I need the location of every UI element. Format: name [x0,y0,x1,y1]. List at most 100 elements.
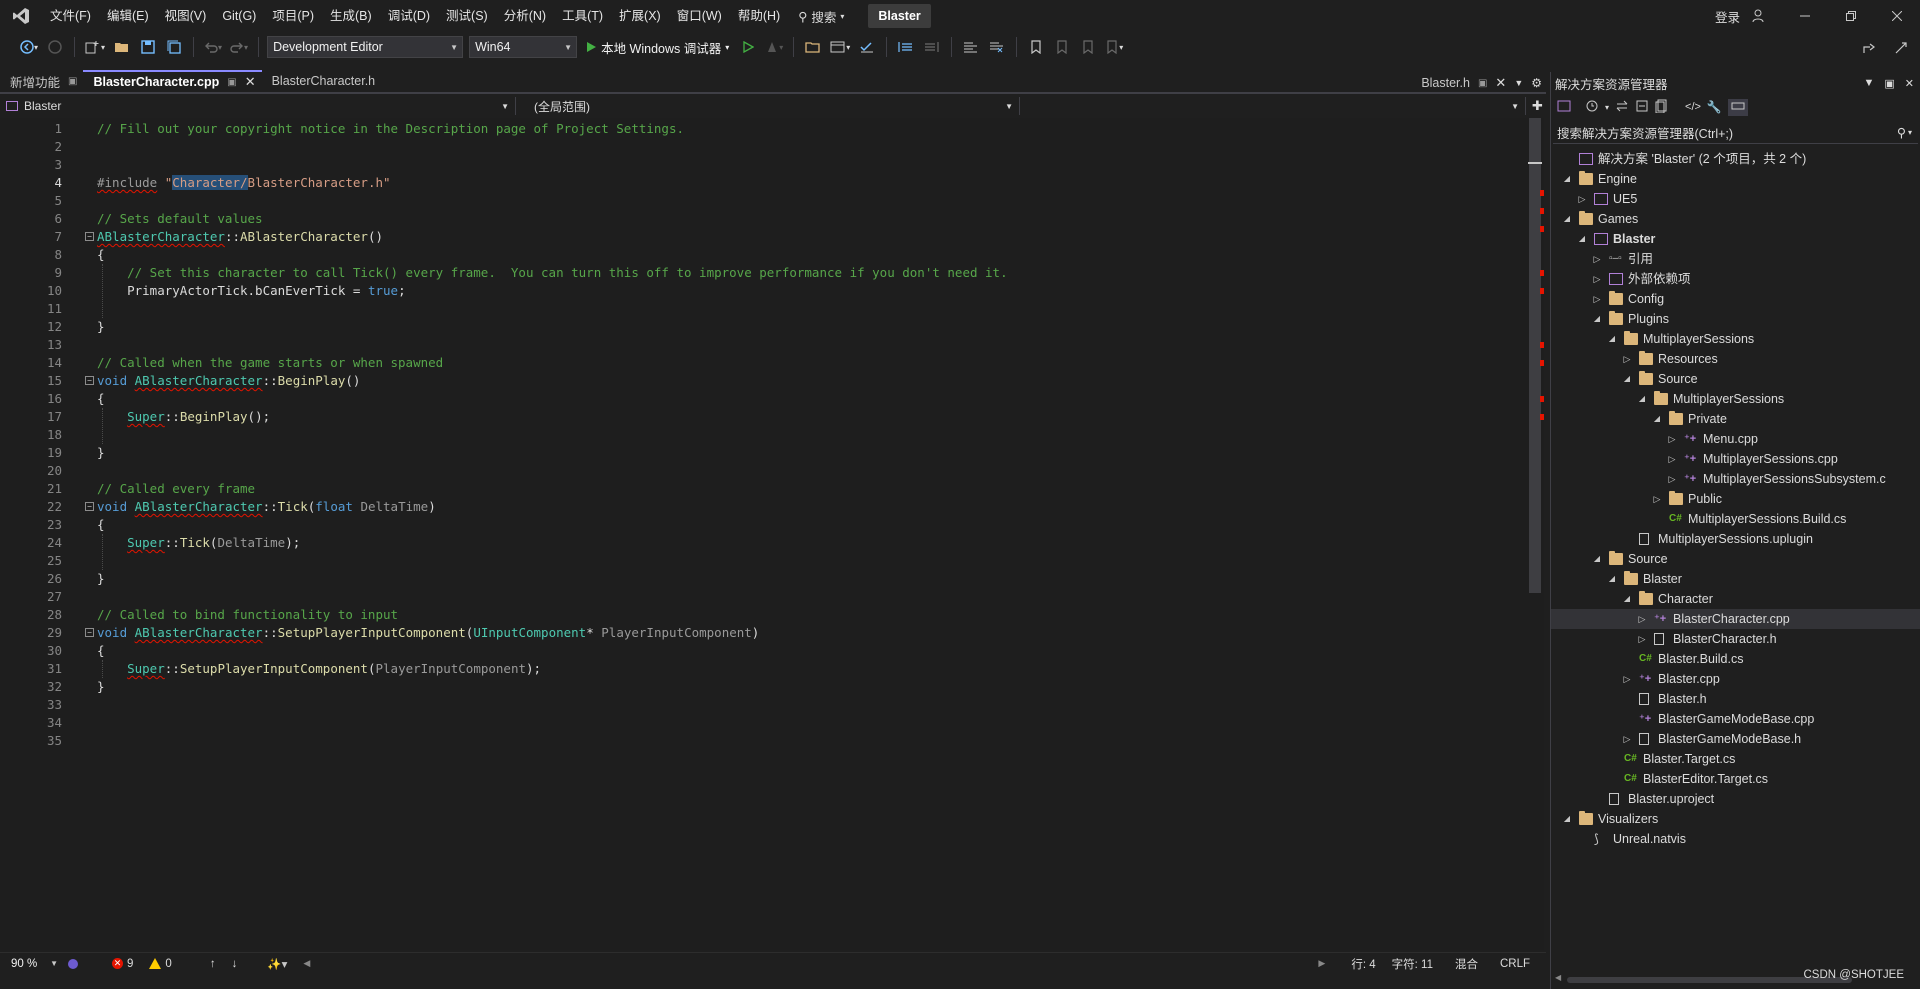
code-line[interactable]: 9 // Set this character to call Tick() e… [0,264,1520,282]
forward-navigation-icon[interactable] [44,35,66,59]
feedback-icon[interactable] [1890,36,1912,60]
code-line[interactable]: 10 PrimaryActorTick.bCanEverTick = true; [0,282,1520,300]
close-tab-icon[interactable]: ✕ [245,74,256,90]
collapse-arrow-icon[interactable]: ◢ [1576,229,1588,249]
scroll-left-icon[interactable]: ◀ [295,958,318,969]
tree-item[interactable]: ▷ 外部依赖项 [1551,269,1920,289]
code-line[interactable]: 5 [0,192,1520,210]
expand-arrow-icon[interactable]: ▷ [1666,429,1678,449]
code-line[interactable]: 33 [0,696,1520,714]
collapse-arrow-icon[interactable]: ◢ [1606,329,1618,349]
start-debugging-button[interactable]: 本地 Windows 调试器 ▾ [581,38,733,57]
sync-active-document-icon[interactable] [1615,99,1629,116]
tree-item[interactable]: C# MultiplayerSessions.Build.cs [1551,509,1920,529]
project-dropdown[interactable]: Blaster ▼ [0,97,516,115]
code-line[interactable]: 21 // Called every frame [0,480,1520,498]
tree-item[interactable]: C# BlasterEditor.Target.cs [1551,769,1920,789]
code-line[interactable]: 6 // Sets default values [0,210,1520,228]
pin-icon[interactable]: ▣ [68,76,77,87]
scroll-left-icon[interactable]: ◀ [1555,973,1561,982]
zoom-select[interactable]: 90 % ▼ [6,955,62,972]
tree-item[interactable]: ▷ UE5 [1551,189,1920,209]
collapse-arrow-icon[interactable]: ◢ [1606,569,1618,589]
expand-arrow-icon[interactable]: ▷ [1621,729,1633,749]
tree-item[interactable]: ◢ Source [1551,549,1920,569]
code-line[interactable]: 30 { [0,642,1520,660]
code-cleanup-icon[interactable] [856,35,878,59]
split-editor-icon[interactable]: ✚ [1532,98,1543,114]
code-line[interactable]: 14 // Called when the game starts or when… [0,354,1520,372]
tree-item[interactable]: ◢ Private [1551,409,1920,429]
preview-selected-icon[interactable] [1727,98,1748,116]
tree-item[interactable]: ▷ ⁺+ MultiplayerSessions.cpp [1551,449,1920,469]
tree-item[interactable]: ⟆ Unreal.natvis [1551,829,1920,849]
whitespace-mode[interactable]: 混合 [1447,956,1486,972]
code-line[interactable]: 27 [0,588,1520,606]
scope-dropdown[interactable]: (全局范围) ▼ [516,97,1020,115]
menu-item[interactable]: Git(G) [214,0,264,32]
pending-changes-icon[interactable] [1585,99,1599,116]
code-line[interactable]: 11 [0,300,1520,318]
tab-blaster-h[interactable]: Blaster.h ▣ [1421,72,1487,94]
close-panel-icon[interactable]: ✕ [1905,77,1914,90]
code-line[interactable]: 35 [0,732,1520,750]
collapse-arrow-icon[interactable]: ◢ [1561,209,1573,229]
collapse-arrow-icon[interactable]: ◢ [1621,369,1633,389]
tree-item[interactable]: ▷ ⁺+ Menu.cpp [1551,429,1920,449]
hot-reload-icon[interactable]: ▾ [763,35,785,59]
tree-item[interactable]: ▷ BlasterGameModeBase.h [1551,729,1920,749]
tree-item[interactable]: ▷ Public [1551,489,1920,509]
collapse-arrow-icon[interactable]: ◢ [1591,309,1603,329]
code-line[interactable]: 18 [0,426,1520,444]
code-editor[interactable]: 1 // Fill out your copyright notice in th… [0,118,1530,950]
collapse-arrow-icon[interactable]: ◢ [1636,389,1648,409]
code-line[interactable]: 19} [0,444,1520,462]
show-all-files-icon[interactable] [1655,99,1669,116]
code-cleanup-status-icon[interactable]: ✨▾ [259,957,295,971]
back-navigation-icon[interactable]: ▾ [18,35,40,59]
code-line[interactable]: 2 [0,138,1520,156]
next-issue-icon[interactable]: ↓ [224,958,246,970]
code-line[interactable]: 3 [0,156,1520,174]
code-line[interactable]: 1 // Fill out your copyright notice in th… [0,120,1520,138]
collapse-arrow-icon[interactable]: ◢ [1621,589,1633,609]
expand-arrow-icon[interactable]: ▷ [1636,609,1648,629]
settings-gear-icon[interactable]: ⚙ [1531,76,1542,90]
menu-item[interactable]: 视图(V) [157,0,215,32]
visual-studio-logo-icon[interactable] [0,0,42,32]
solution-explorer-icon[interactable] [802,35,824,59]
save-all-icon[interactable] [163,35,185,59]
tree-item[interactable]: Blaster.h [1551,689,1920,709]
new-project-icon[interactable]: ▾ [83,35,107,59]
start-without-debugging-icon[interactable] [737,35,759,59]
fold-toggle-icon[interactable]: − [85,232,94,241]
menu-item[interactable]: 窗口(W) [669,0,730,32]
expand-arrow-icon[interactable]: ▷ [1621,669,1633,689]
tree-item[interactable]: ▷ Config [1551,289,1920,309]
outdent-icon[interactable] [921,35,943,59]
code-line[interactable]: 34 [0,714,1520,732]
bookmark-icon[interactable] [1025,35,1047,59]
tree-item[interactable]: C# Blaster.Target.cs [1551,749,1920,769]
menu-item[interactable]: 工具(T) [554,0,611,32]
code-line[interactable]: 23 { [0,516,1520,534]
line-ending[interactable]: CRLF [1492,958,1538,970]
code-line[interactable]: 22 − void ABlasterCharacter::Tick(float De… [0,498,1520,516]
tree-item[interactable]: ◢ Engine [1551,169,1920,189]
tab-blastercharacter-h[interactable]: BlasterCharacter.h [262,70,382,92]
close-window-button[interactable] [1874,0,1920,32]
tree-item[interactable]: MultiplayerSessions.uplugin [1551,529,1920,549]
tree-item[interactable]: ▷ ⁺+ BlasterCharacter.cpp [1551,609,1920,629]
code-line[interactable]: 8{ [0,246,1520,264]
collapse-arrow-icon[interactable]: ◢ [1561,169,1573,189]
pin-icon[interactable]: ▣ [1478,78,1487,89]
tree-item[interactable]: ◢ MultiplayerSessions [1551,329,1920,349]
tree-item[interactable]: ▷ ⁺+ Blaster.cpp [1551,669,1920,689]
vertical-scrollbar[interactable] [1526,118,1544,950]
expand-arrow-icon[interactable]: ▷ [1621,349,1633,369]
fold-toggle-icon[interactable]: − [85,376,94,385]
member-dropdown[interactable]: ▼ [1020,97,1526,115]
fold-toggle-icon[interactable]: − [85,628,94,637]
code-line[interactable]: 20 [0,462,1520,480]
expand-arrow-icon[interactable]: ▷ [1591,249,1603,269]
